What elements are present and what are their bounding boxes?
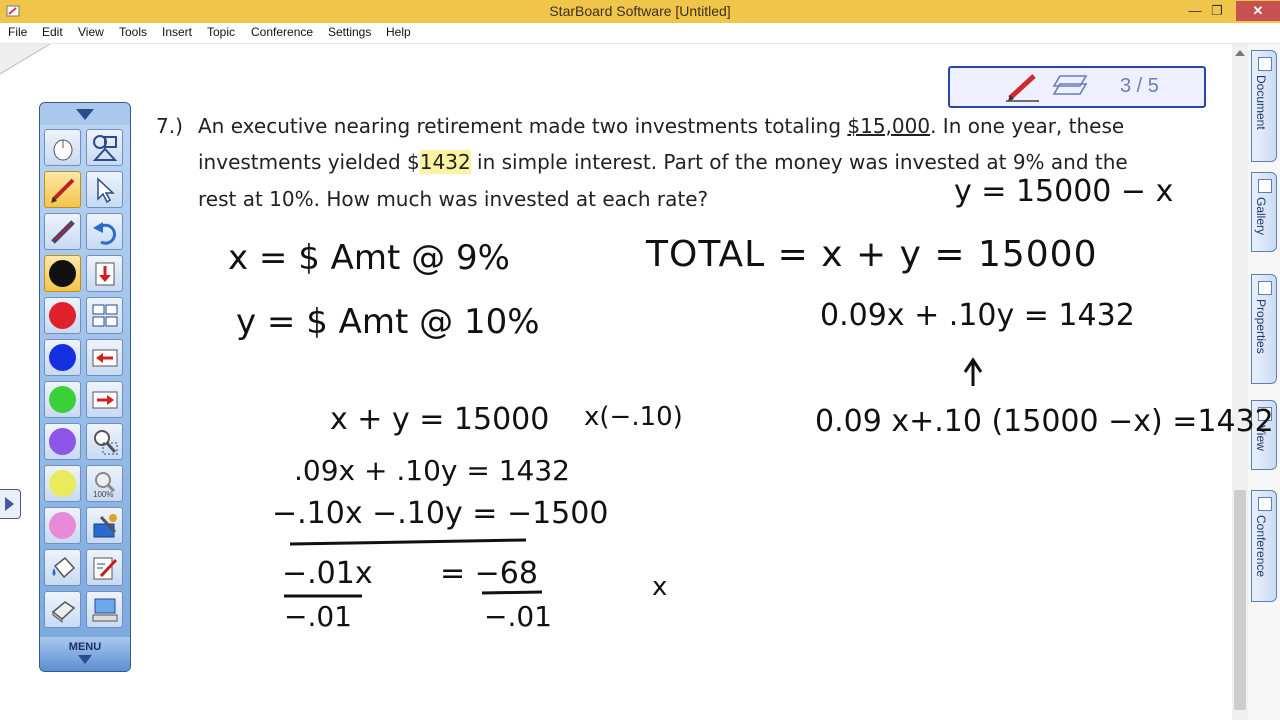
handwriting-divisor-left: −.01 bbox=[284, 600, 352, 633]
handwriting-multiplier: x(−.10) bbox=[584, 402, 683, 432]
handwriting-substituted-eq: 0.09 x+.10 (15000 −x) =1432 bbox=[815, 404, 1274, 439]
handwriting-result-left: −.01x bbox=[282, 556, 373, 591]
ink-arrow bbox=[284, 357, 983, 598]
handwriting-eq2: .09x + .10y = 1432 bbox=[294, 454, 570, 487]
handwriting-eq1: x + y = 15000 bbox=[330, 402, 550, 437]
handwriting-result-right: = −68 bbox=[440, 556, 538, 591]
handwriting-divisor-right: −.01 bbox=[484, 600, 552, 633]
handwriting-eq3: −.10x −.10y = −1500 bbox=[272, 496, 609, 531]
handwriting-stray-x: x bbox=[652, 572, 668, 602]
